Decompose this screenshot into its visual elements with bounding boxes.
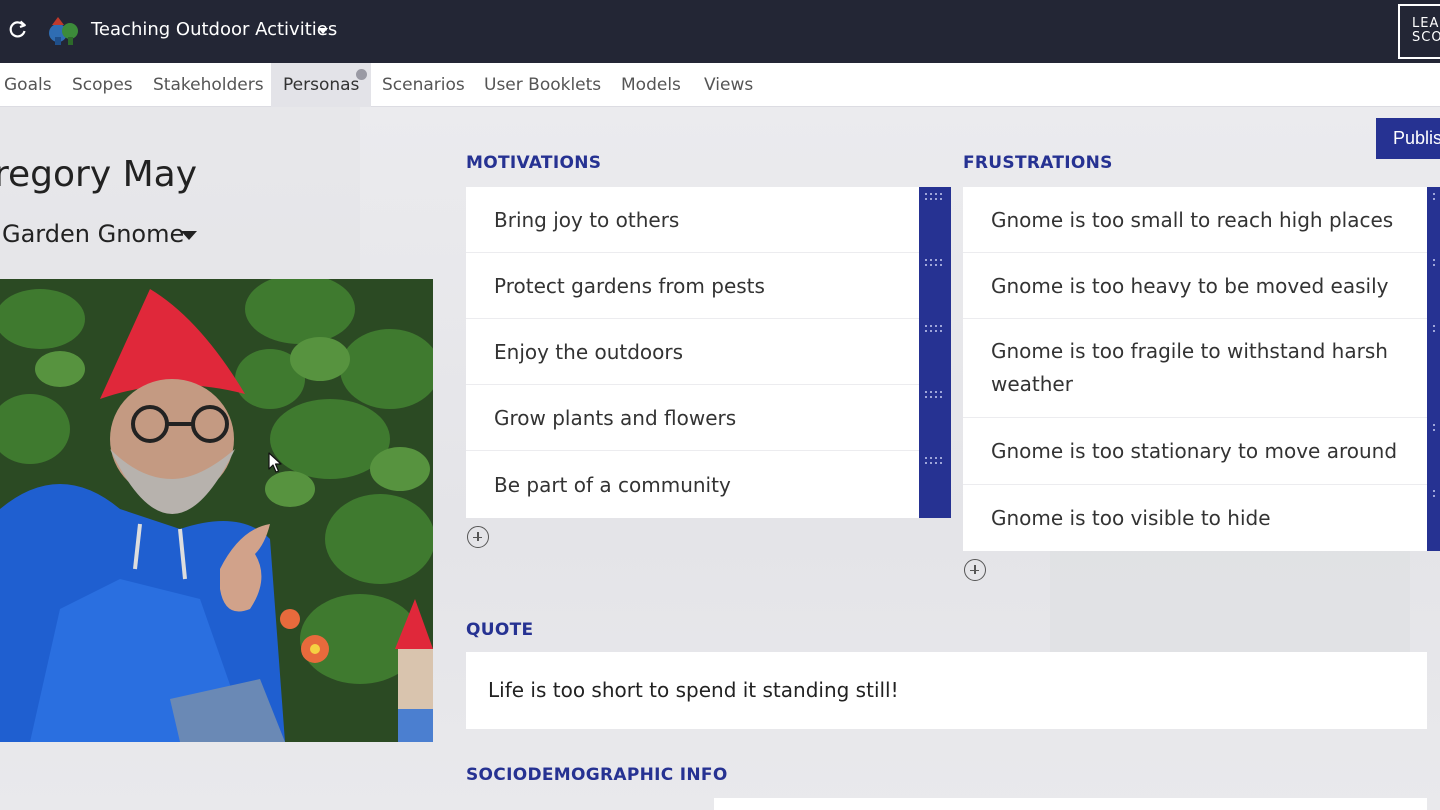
tab-personas-label: Personas: [283, 75, 360, 95]
motivations-drag-strip: [919, 187, 951, 518]
persona-name[interactable]: regory May: [0, 154, 197, 195]
tab-indicator-icon: [356, 69, 368, 80]
frustrations-list: Gnome is too small to reach high places …: [963, 187, 1427, 551]
add-motivation-button[interactable]: [467, 526, 489, 548]
add-frustration-button[interactable]: [964, 559, 986, 581]
drag-handle-icon[interactable]: [1433, 424, 1440, 432]
drag-handle-icon[interactable]: [925, 325, 945, 333]
drag-handle-icon[interactable]: [925, 457, 945, 465]
top-bar: Teaching Outdoor Activities LEA SCO: [0, 0, 1440, 63]
logo-line-2: SCO: [1412, 30, 1440, 45]
sociodemographic-title: SOCIODEMOGRAPHIC INFO: [466, 765, 728, 785]
motivation-item[interactable]: Grow plants and flowers: [466, 385, 919, 451]
frustration-item[interactable]: Gnome is too fragile to withstand harsh …: [963, 319, 1427, 418]
frustration-item[interactable]: Gnome is too stationary to move around: [963, 418, 1427, 485]
persona-photo[interactable]: [0, 279, 433, 742]
app-logo: LEA SCO: [1398, 4, 1440, 59]
drag-handle-icon[interactable]: [1433, 259, 1440, 267]
drag-handle-icon[interactable]: [1433, 325, 1440, 333]
sociodemographic-card: [714, 798, 1427, 810]
tab-bar: Goals Scopes Stakeholders Personas Scena…: [0, 63, 1440, 107]
logo-line-1: LEA: [1412, 16, 1440, 31]
project-title[interactable]: Teaching Outdoor Activities: [91, 19, 337, 40]
refresh-icon[interactable]: [8, 19, 28, 39]
motivation-item[interactable]: Protect gardens from pests: [466, 253, 919, 319]
tab-personas[interactable]: Personas: [271, 63, 372, 107]
tab-goals[interactable]: Goals: [0, 63, 56, 107]
persona-type-selector[interactable]: Garden Gnome: [2, 220, 184, 248]
frustration-item[interactable]: Gnome is too small to reach high places: [963, 187, 1427, 253]
persona-type-caret-icon[interactable]: [181, 231, 197, 240]
tab-scenarios[interactable]: Scenarios: [378, 63, 469, 107]
project-dropdown-caret-icon[interactable]: [318, 28, 328, 34]
motivations-list: Bring joy to others Protect gardens from…: [466, 187, 919, 518]
drag-handle-icon[interactable]: [925, 193, 945, 201]
quote-title: QUOTE: [466, 620, 534, 640]
frustration-item[interactable]: Gnome is too visible to hide: [963, 485, 1427, 551]
persona-photo-illustration: [0, 279, 433, 742]
drag-handle-icon[interactable]: [925, 259, 945, 267]
tab-views[interactable]: Views: [700, 63, 757, 107]
drag-handle-icon[interactable]: [1433, 490, 1440, 498]
publish-button[interactable]: Publish: [1376, 118, 1440, 159]
mouse-cursor-icon: [268, 452, 282, 473]
frustrations-title: FRUSTRATIONS: [963, 153, 1113, 173]
tab-models[interactable]: Models: [617, 63, 685, 107]
tab-scopes[interactable]: Scopes: [68, 63, 137, 107]
frustration-item[interactable]: Gnome is too heavy to be moved easily: [963, 253, 1427, 319]
motivation-item[interactable]: Bring joy to others: [466, 187, 919, 253]
frustrations-drag-strip: [1427, 187, 1440, 551]
quote-text[interactable]: Life is too short to spend it standing s…: [466, 652, 1427, 729]
project-avatar-icon: [49, 17, 78, 45]
drag-handle-icon[interactable]: [1433, 193, 1440, 201]
background-decoration: [0, 107, 360, 287]
motivation-item[interactable]: Enjoy the outdoors: [466, 319, 919, 385]
tab-user-booklets[interactable]: User Booklets: [480, 63, 605, 107]
drag-handle-icon[interactable]: [925, 391, 945, 399]
motivation-item[interactable]: Be part of a community: [466, 451, 919, 518]
tab-stakeholders[interactable]: Stakeholders: [149, 63, 268, 107]
motivations-title: MOTIVATIONS: [466, 153, 602, 173]
